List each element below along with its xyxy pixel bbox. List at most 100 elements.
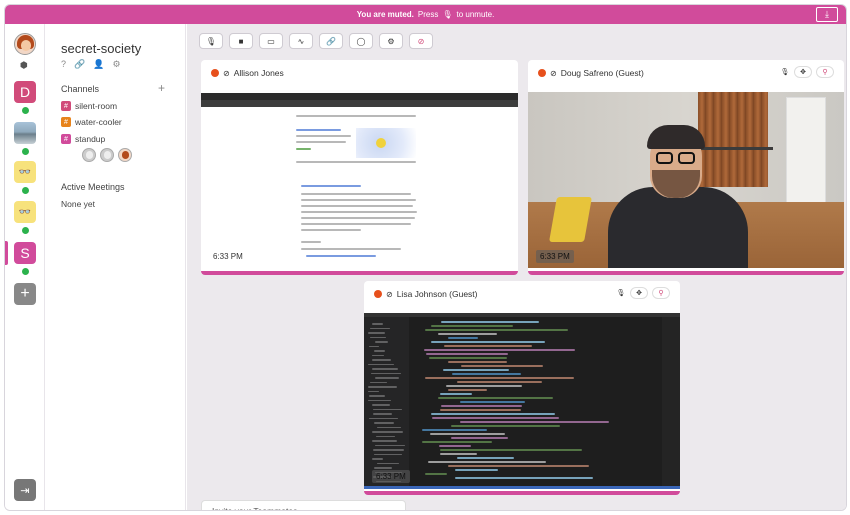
- draw-button[interactable]: ∿: [289, 33, 313, 49]
- explorer-line: [370, 327, 390, 329]
- server-rail: ⬢ D 👓 👓 S + ⇥: [5, 24, 45, 510]
- doc-line: [296, 135, 351, 137]
- member-avatar[interactable]: [82, 148, 96, 162]
- screen-icon: ▭: [267, 36, 275, 46]
- explorer-line: [371, 372, 401, 374]
- explorer-line: [369, 417, 398, 419]
- code-line: [457, 381, 542, 383]
- participant-tile[interactable]: ⊘ Doug Safreno (Guest) 🎙 ✥ ⚲ 6:33 PM: [528, 60, 844, 275]
- doc-illustration: [356, 128, 416, 158]
- move-icon[interactable]: ✥: [794, 66, 812, 78]
- channel-item-water-cooler[interactable]: # water-cooler: [61, 117, 122, 127]
- participant-tile[interactable]: ⊘ Lisa Johnson (Guest) 🎙 ✥ ⚲ 6:33 PM: [364, 281, 680, 495]
- leave-button[interactable]: ⊘: [409, 33, 433, 49]
- editor-explorer: [364, 317, 409, 489]
- online-dot: [22, 187, 29, 194]
- link-icon[interactable]: 🔗: [74, 59, 85, 70]
- gear-icon[interactable]: ⚙: [112, 59, 120, 70]
- code-line: [428, 461, 546, 463]
- server-s[interactable]: S: [14, 242, 36, 264]
- server-glasses-1[interactable]: 👓: [14, 161, 36, 183]
- standup-members: [82, 148, 132, 162]
- explorer-line: [368, 363, 394, 365]
- editor-statusbar: [364, 486, 680, 489]
- link-button[interactable]: 🔗: [319, 33, 343, 49]
- invite-teammates[interactable]: Invite your Teammates: [201, 500, 406, 510]
- camera-button[interactable]: ■: [229, 33, 253, 49]
- mic-off-icon[interactable]: 🎙: [616, 287, 626, 299]
- doc-line: [306, 255, 376, 257]
- eye-off-icon: ⊘: [550, 68, 557, 78]
- explorer-line: [369, 395, 385, 397]
- server-landscape[interactable]: [14, 122, 36, 144]
- add-channel-button[interactable]: +: [158, 81, 165, 95]
- explorer-line: [375, 444, 405, 446]
- server-d[interactable]: D: [14, 81, 36, 103]
- explorer-line: [373, 408, 402, 410]
- member-avatar[interactable]: [100, 148, 114, 162]
- code-line: [455, 477, 593, 479]
- tile-accent-bar: [364, 491, 680, 495]
- member-avatar[interactable]: [118, 148, 132, 162]
- user-avatar[interactable]: [14, 33, 36, 55]
- server-glasses-2[interactable]: 👓: [14, 201, 36, 223]
- squiggle-icon: ∿: [297, 36, 305, 46]
- tile-controls: 🎙 ✥ ⚲: [780, 66, 834, 78]
- code-line: [443, 369, 509, 371]
- add-server-button[interactable]: +: [14, 283, 36, 305]
- explorer-line: [373, 413, 392, 415]
- online-dot: [22, 148, 29, 155]
- code-line: [432, 417, 559, 419]
- doc-line: [301, 223, 411, 225]
- channel-item-silent-room[interactable]: # silent-room: [61, 101, 117, 111]
- code-line: [422, 429, 487, 431]
- code-line: [430, 433, 505, 435]
- remove-user-icon[interactable]: ⚲: [652, 287, 670, 299]
- help-icon[interactable]: ?: [61, 59, 66, 70]
- mic-icon[interactable]: 🎙: [780, 66, 790, 78]
- status-cube-icon[interactable]: ⬢: [20, 60, 28, 71]
- code-line: [444, 345, 532, 347]
- chat-button[interactable]: ◯: [349, 33, 373, 49]
- mute-mic-button[interactable]: 🎙: [199, 33, 223, 49]
- code-line: [438, 333, 497, 335]
- doc-line: [296, 148, 311, 150]
- chat-icon: ◯: [356, 36, 366, 46]
- doc-line: [296, 115, 416, 117]
- explorer-line: [377, 426, 401, 428]
- recording-dot: [374, 290, 382, 298]
- logout-icon[interactable]: ⇥: [14, 479, 36, 501]
- explorer-line: [368, 390, 379, 392]
- explorer-line: [370, 336, 386, 338]
- code-line: [426, 353, 508, 355]
- browser-tabbar: [201, 93, 518, 100]
- explorer-line: [372, 354, 384, 356]
- code-line: [425, 377, 574, 379]
- recording-dot: [538, 69, 546, 77]
- tile-accent-bar: [528, 271, 844, 275]
- tile-header: ⊘ Doug Safreno (Guest): [538, 68, 644, 78]
- add-user-icon[interactable]: 👤: [93, 59, 104, 70]
- doc-line: [301, 241, 321, 243]
- code-line: [431, 325, 513, 327]
- explorer-line: [372, 359, 391, 361]
- explorer-line: [372, 458, 383, 460]
- remove-user-icon[interactable]: ⚲: [816, 66, 834, 78]
- code-line: [425, 473, 447, 475]
- screen-share-button[interactable]: ▭: [259, 33, 283, 49]
- code-line: [441, 321, 539, 323]
- participant-tile[interactable]: ⊘ Allison Jones 6:33 PM: [201, 60, 518, 275]
- online-dot: [22, 268, 29, 275]
- hash-icon: #: [61, 134, 71, 144]
- team-name[interactable]: secret-society: [61, 41, 141, 56]
- link-icon: 🔗: [326, 36, 336, 46]
- move-icon[interactable]: ✥: [630, 287, 648, 299]
- muted-text: You are muted.: [356, 10, 414, 19]
- settings-button[interactable]: ⚙: [379, 33, 403, 49]
- editor-tabbar: [364, 313, 680, 317]
- explorer-line: [374, 453, 402, 455]
- gear-icon: ⚙: [387, 36, 395, 46]
- download-icon[interactable]: ⤓: [816, 7, 838, 22]
- code-line: [446, 385, 522, 387]
- channel-item-standup[interactable]: # standup: [61, 134, 105, 144]
